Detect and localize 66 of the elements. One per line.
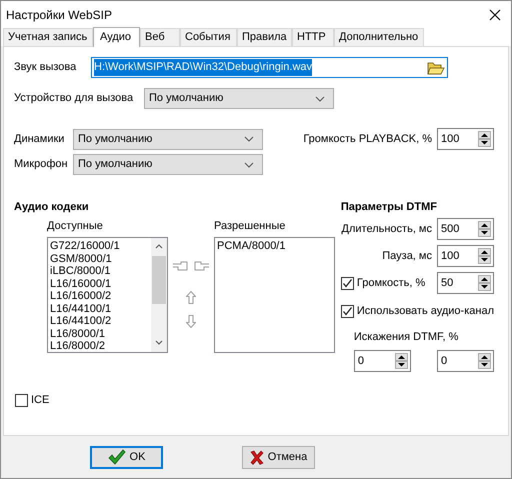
list-item[interactable]: L16/16000/1 xyxy=(50,278,151,290)
checkbox-label: ICE xyxy=(31,393,50,408)
field-label: Искажения DTMF, % xyxy=(354,330,460,344)
spinner-arrows-icon xyxy=(478,353,491,369)
chevron-down-icon xyxy=(244,136,254,142)
spin-box[interactable]: 50 xyxy=(437,272,494,294)
checkbox-label: Использовать аудио-канал xyxy=(356,304,494,319)
field-label: Пауза, мс xyxy=(382,248,432,264)
list-item[interactable]: PCMA/8000/1 xyxy=(217,240,334,252)
checkbox[interactable] xyxy=(340,304,354,318)
spin-box[interactable]: 100 xyxy=(437,245,494,267)
spinner-arrows-icon xyxy=(478,248,491,264)
field-label: Устройство для вызова xyxy=(14,91,134,106)
tab[interactable]: Аудио xyxy=(93,27,140,47)
spinner-arrows-icon xyxy=(478,131,491,147)
cross-icon xyxy=(250,450,264,464)
checkbox[interactable] xyxy=(340,276,354,290)
spinner-arrows-icon xyxy=(478,275,491,291)
dropdown[interactable]: По умолчанию xyxy=(144,88,334,109)
folder-icon[interactable] xyxy=(427,60,445,76)
list-item[interactable]: L16/44100/2 xyxy=(50,315,151,328)
section-heading: Аудио кодеки xyxy=(14,200,90,213)
window-title: Настройки WebSIP xyxy=(6,6,112,24)
selected-text: H:\Work\MSIP\RAD\Win32\Debug\ringin.wav xyxy=(94,59,312,76)
spin-box[interactable]: 0 xyxy=(354,350,411,372)
close-icon[interactable] xyxy=(489,8,501,20)
input-field[interactable]: H:\Work\MSIP\RAD\Win32\Debug\ringin.wav xyxy=(91,57,448,78)
chevron-down-icon xyxy=(244,162,254,168)
list-box[interactable]: PCMA/8000/1 xyxy=(214,237,335,353)
list-item[interactable]: L16/16000/2 xyxy=(50,290,151,302)
check-icon xyxy=(108,449,126,465)
field-label: Динамики xyxy=(14,132,66,147)
tab[interactable]: Учетная запись xyxy=(3,28,93,46)
spinner-arrows-icon xyxy=(394,353,408,369)
tab[interactable]: События xyxy=(180,28,237,46)
field-label: Звук вызова xyxy=(14,60,78,76)
list-item[interactable]: L16/8000/2 xyxy=(50,340,151,352)
checkbox[interactable] xyxy=(15,394,28,407)
section-heading: Параметры DTMF xyxy=(340,200,438,213)
checkbox-label: Громкость, % xyxy=(356,276,426,291)
list-label: Разрешенные xyxy=(214,219,286,232)
arrow-up-icon[interactable] xyxy=(186,291,196,304)
tab[interactable]: Правила xyxy=(237,28,292,46)
arrow-down-icon[interactable] xyxy=(186,315,196,328)
list-box[interactable]: G722/16000/1 GSM/8000/1 iLBC/8000/1 L16/16000/1 L16/16000/2 L16/44100/1 L16/44100/2 L16/8000/1 L16/8000/2 xyxy=(47,237,168,353)
button[interactable]: Отмена xyxy=(242,446,315,468)
list-label: Доступные xyxy=(47,219,104,232)
list-item[interactable]: G722/16000/1 xyxy=(50,240,151,252)
dropdown[interactable]: По умолчанию xyxy=(73,128,263,150)
field-label: Громкость PLAYBACK, % xyxy=(303,132,432,147)
tab[interactable]: HTTP xyxy=(292,28,334,46)
spin-box[interactable]: 100 xyxy=(437,128,494,150)
field-label: Длительность, мс xyxy=(342,222,432,237)
tab[interactable]: Веб xyxy=(140,28,180,46)
dropdown[interactable]: По умолчанию xyxy=(73,154,263,175)
list-item[interactable]: L16/44100/1 xyxy=(50,302,151,315)
list-item[interactable]: iLBC/8000/1 xyxy=(50,265,151,278)
button[interactable]: OK xyxy=(90,446,163,468)
chevron-down-icon xyxy=(315,96,325,102)
list-item[interactable]: L16/8000/1 xyxy=(50,328,151,340)
spin-box[interactable]: 0 xyxy=(437,350,494,372)
spin-box[interactable]: 500 xyxy=(437,218,494,240)
spinner-arrows-icon xyxy=(478,221,491,237)
list-item[interactable]: GSM/8000/1 xyxy=(50,252,151,265)
tab[interactable]: Дополнительно xyxy=(334,28,424,46)
field-label: Микрофон xyxy=(14,157,69,172)
